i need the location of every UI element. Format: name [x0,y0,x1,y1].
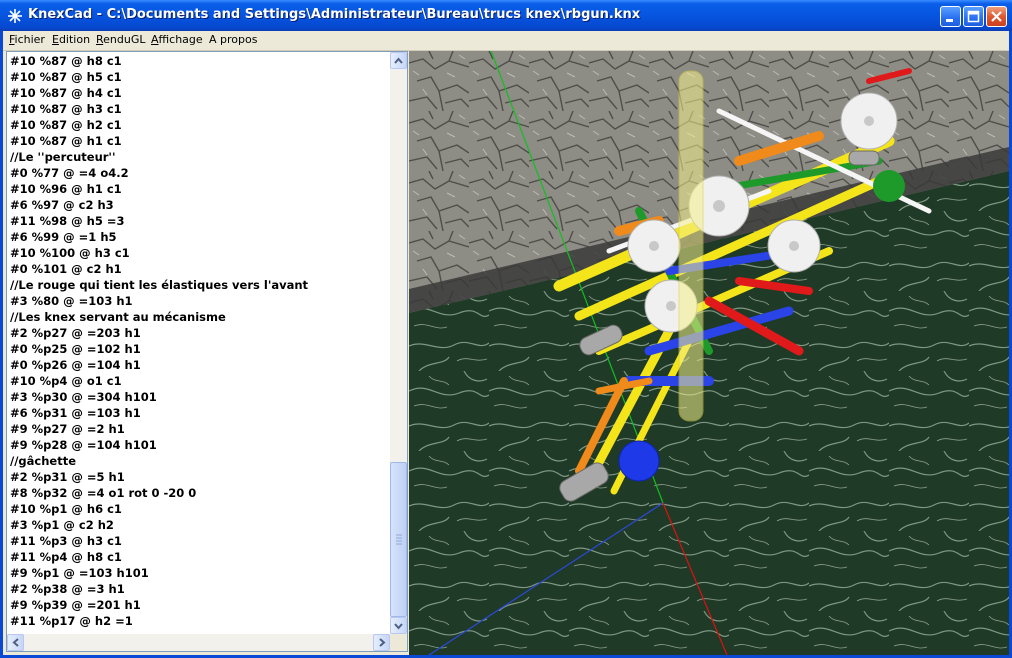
script-line[interactable]: #11 %98 @ h5 =3 [10,213,390,229]
3d-viewport[interactable] [409,51,1009,655]
arrow-left-icon [12,638,19,647]
arrow-up-icon [394,57,403,64]
minimize-button[interactable] [940,6,961,27]
menu-rendugl-rest: enduGL [103,33,146,46]
scroll-right-button[interactable] [373,634,390,651]
knexcad-window: KnexCad - C:\Documents and Settings\Admi… [0,0,1012,658]
menu-fichier[interactable]: Fichier [9,33,45,46]
script-line[interactable]: #11 %p4 @ h8 c1 [10,549,390,565]
script-editor[interactable]: #10 %87 @ h8 c1 #10 %87 @ h5 c1 #10 %87 @ … [6,51,408,652]
script-line[interactable]: #9 %p27 @ =2 h1 [10,421,390,437]
script-line[interactable]: //Le ''percuteur'' [10,149,390,165]
script-line[interactable]: //Les knex servant au mécanisme [10,309,390,325]
script-line[interactable]: //Le rouge qui tient les élastiques vers… [10,277,390,293]
script-line[interactable]: #3 %80 @ =103 h1 [10,293,390,309]
title-bar[interactable]: KnexCad - C:\Documents and Settings\Admi… [0,0,1012,31]
3d-scene[interactable] [409,51,1009,655]
scroll-up-button[interactable] [390,52,407,69]
script-line[interactable]: #10 %p1 @ h6 c1 [10,501,390,517]
script-line[interactable]: #10 %100 @ h3 c1 [10,245,390,261]
menu-affichage-rest: ffichage [158,33,203,46]
script-line[interactable]: #10 %87 @ h2 c1 [10,117,390,133]
script-line[interactable]: #10 %87 @ h5 c1 [10,69,390,85]
script-line[interactable]: #2 %p27 @ =203 h1 [10,325,390,341]
script-line[interactable]: #9 %p1 @ =103 h101 [10,565,390,581]
scroll-left-button[interactable] [7,634,24,651]
menu-a-propos[interactable]: A propos [209,33,257,46]
script-line[interactable]: #11 %p17 @ h2 =1 [10,613,390,629]
script-line[interactable]: #2 %p31 @ =5 h1 [10,469,390,485]
window-title: KnexCad - C:\Documents and Settings\Admi… [28,7,641,22]
script-line[interactable]: #0 %101 @ c2 h1 [10,261,390,277]
script-line[interactable]: #10 %87 @ h1 c1 [10,133,390,149]
script-line[interactable]: #8 %p32 @ =4 o1 rot 0 -20 0 [10,485,390,501]
script-line[interactable]: #9 %p28 @ =104 h101 [10,437,390,453]
script-line[interactable]: //gâchette [10,453,390,469]
close-icon [991,11,1002,22]
script-line[interactable]: #10 %p4 @ o1 c1 [10,373,390,389]
close-button[interactable] [986,6,1007,27]
script-line[interactable]: #3 %p1 @ c2 h2 [10,517,390,533]
maximize-icon [967,10,980,23]
script-line[interactable]: #3 %p30 @ =304 h101 [10,389,390,405]
knexcad-app-icon [8,9,22,23]
maximize-button[interactable] [963,6,984,27]
script-line[interactable]: #6 %97 @ c2 h3 [10,197,390,213]
script-line[interactable]: #10 %96 @ h1 c1 [10,181,390,197]
menu-edition-rest: dition [58,33,91,46]
scroll-down-button[interactable] [390,617,407,634]
transparent-rod [678,70,704,422]
menu-rendugl[interactable]: RenduGL [96,33,146,46]
script-text[interactable]: #10 %87 @ h8 c1 #10 %87 @ h5 c1 #10 %87 @ … [10,53,390,633]
menu-affichage[interactable]: Affichage [151,33,203,46]
script-line[interactable]: #10 %87 @ h3 c1 [10,101,390,117]
script-line[interactable]: #6 %99 @ =1 h5 [10,229,390,245]
script-line[interactable]: #2 %p38 @ =3 h1 [10,581,390,597]
arrow-right-icon [379,638,386,647]
menu-edition[interactable]: Edition [52,33,90,46]
horizontal-scrollbar[interactable] [7,634,390,651]
menu-bar: Fichier Edition RenduGL Affichage A prop… [3,31,1009,51]
vertical-scrollbar[interactable] [390,52,407,634]
vertical-scroll-thumb[interactable] [390,462,407,617]
scroll-corner [390,634,407,651]
minimize-icon [946,19,953,22]
script-line[interactable]: #9 %p39 @ =201 h1 [10,597,390,613]
script-line[interactable]: #10 %87 @ h8 c1 [10,53,390,69]
script-line[interactable]: #10 %87 @ h4 c1 [10,85,390,101]
script-line[interactable]: #0 %p25 @ =102 h1 [10,341,390,357]
script-line[interactable]: #6 %p31 @ =103 h1 [10,405,390,421]
script-line[interactable]: #0 %p26 @ =104 h1 [10,357,390,373]
menu-fichier-rest: ichier [14,33,45,46]
script-line[interactable]: #0 %77 @ =4 o4.2 [10,165,390,181]
arrow-down-icon [394,623,403,630]
grip-icon [396,534,402,545]
script-line[interactable]: #11 %p3 @ h3 c1 [10,533,390,549]
